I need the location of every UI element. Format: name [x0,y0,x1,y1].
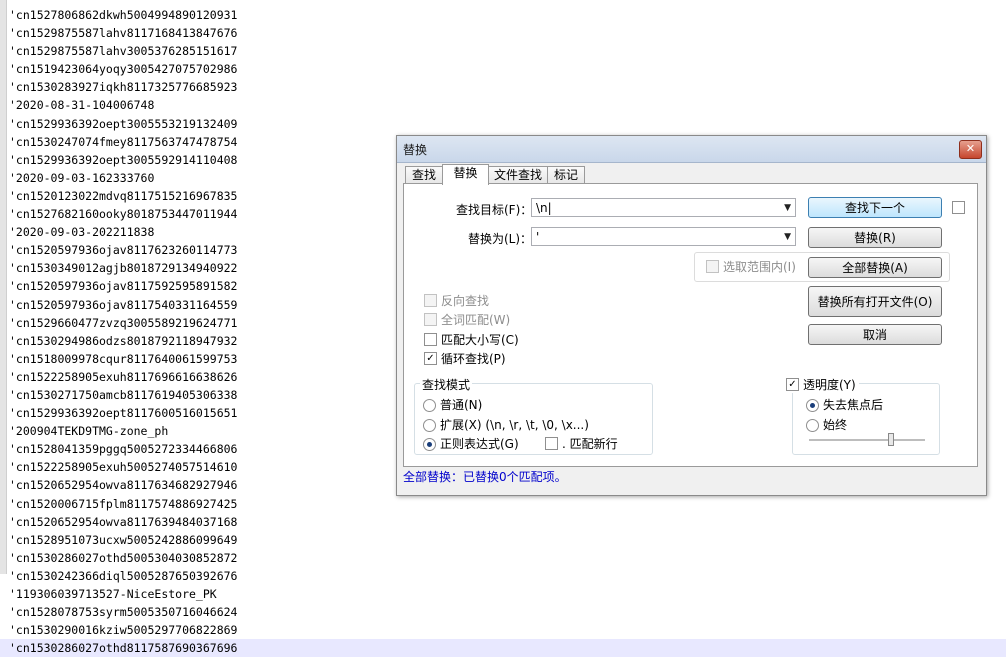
mode-regex-dot [423,438,436,451]
on-lose-focus-dot [806,399,819,412]
mode-regex-label: 正则表达式(G) [440,437,519,451]
editor-line[interactable]: '119306039713527-NiceEstore_PK [9,585,1006,603]
transparency-slider-track[interactable] [809,439,925,442]
on-lose-focus-radio[interactable]: 失去焦点后 [806,397,883,413]
mode-extended-dot [423,419,436,432]
dialog-titlebar[interactable]: 替换 ✕ [397,136,986,163]
transparency-slider-thumb[interactable] [888,433,894,446]
whole-word-box [424,313,437,326]
find-input-value: \n| [536,201,552,215]
editor-line[interactable]: 'cn1530286027othd5005304030852872 [9,549,1006,567]
find-next-option-checkbox[interactable] [952,200,965,216]
close-button[interactable]: ✕ [959,140,982,159]
find-next-option-box [952,201,965,214]
editor-line[interactable]: 'cn1528951073ucxw5005242886099649 [9,531,1006,549]
editor-line[interactable]: 'cn1528078753syrm5005350716046624 [9,603,1006,621]
find-next-button[interactable]: 查找下一个 [808,197,942,218]
tab-replace[interactable]: 替换 [442,164,489,185]
mode-regex-radio[interactable]: 正则表达式(G) [423,436,519,452]
editor-line[interactable]: 'cn1529936392oept3005553219132409 [9,115,1006,133]
wrap-check-icon: ✓ [424,352,437,365]
mode-normal-dot [423,399,436,412]
replace-label: 替换为(L)： [468,232,533,246]
editor-line[interactable]: 'cn1530290016kziw5005297706822869 [9,621,1006,639]
in-selection-box [706,260,719,273]
editor-line[interactable]: 'cn1527806862dkwh5004994890120931 [9,6,1006,24]
editor-line[interactable]: 'cn1530242366diql5005287650392676 [9,567,1006,585]
on-lose-focus-label: 失去焦点后 [823,398,884,412]
editor-line[interactable]: 'cn1529875587lahv3005376285151617 [9,42,1006,60]
replace-all-button[interactable]: 全部替换(A) [808,257,942,278]
whole-word-checkbox[interactable]: 全词匹配(W) [424,312,510,328]
backward-label: 反向查找 [441,294,490,308]
editor-line[interactable]: '2020-08-31-104006748 [9,96,1006,114]
editor-gutter [0,0,7,574]
search-mode-title: 查找模式 [420,376,473,393]
dot-newline-label: . 匹配新行 [562,437,618,451]
replace-all-open-files-button[interactable]: 替换所有打开文件(O) [808,286,942,317]
editor-line[interactable]: 'cn1530286027othd8117587690367696 [0,639,1006,657]
replace-panel: 查找目标(F)： \n| ▼ 替换为(L)： ' ▼ 选取范围内(I) 查找下一… [403,183,978,467]
always-label: 始终 [823,418,848,432]
backward-checkbox[interactable]: 反向查找 [424,293,489,309]
editor-line[interactable]: 'cn1520652954owva8117639484037168 [9,513,1006,531]
replace-dropdown-icon[interactable]: ▼ [784,228,791,247]
transparency-check-icon: ✓ [786,378,799,391]
match-case-label: 匹配大小写(C) [441,333,519,347]
mode-normal-label: 普通(N) [440,398,483,412]
replace-dialog: 替换 ✕ 查找 替换 文件查找 标记 查找目标(F)： \n| ▼ 替换为(L)… [396,135,987,496]
editor-line[interactable]: 'cn1520006715fplm8117574886927425 [9,495,1006,513]
wrap-around-checkbox[interactable]: ✓ 循环查找(P) [424,351,506,367]
dot-newline-checkbox[interactable]: . 匹配新行 [545,436,618,452]
status-message: 全部替换：已替换0个匹配项。 [403,470,567,484]
find-input[interactable]: \n| ▼ [531,198,796,217]
mode-extended-radio[interactable]: 扩展(X) (\n, \r, \t, \0, \x...) [423,417,589,433]
editor-line[interactable]: 'cn1519423064yoqy3005427075702986 [9,60,1006,78]
dialog-title: 替换 [403,143,428,157]
whole-word-label: 全词匹配(W) [441,313,511,327]
replace-input-value: ' [536,230,540,244]
find-dropdown-icon[interactable]: ▼ [784,199,791,218]
backward-box [424,294,437,307]
in-selection-label: 选取范围内(I) [723,260,796,274]
find-label: 查找目标(F)： [456,203,533,217]
replace-input[interactable]: ' ▼ [531,227,796,246]
always-dot [806,419,819,432]
transparency-checkbox[interactable]: ✓ 透明度(Y) [786,377,859,393]
wrap-around-label: 循环查找(P) [441,352,506,366]
dot-newline-box [545,437,558,450]
mode-extended-label: 扩展(X) (\n, \r, \t, \0, \x...) [440,418,589,432]
always-radio[interactable]: 始终 [806,417,847,433]
tab-mark[interactable]: 标记 [547,166,585,184]
editor-line[interactable]: 'cn1529875587lahv8117168413847676 [9,24,1006,42]
tab-find-in-files[interactable]: 文件查找 [488,166,548,184]
cancel-button[interactable]: 取消 [808,324,942,345]
match-case-checkbox[interactable]: 匹配大小写(C) [424,332,519,348]
transparency-label: 透明度(Y) [803,378,856,392]
editor-line[interactable]: 'cn1530283927iqkh8117325776685923 [9,78,1006,96]
tab-find[interactable]: 查找 [405,166,443,184]
match-case-box [424,333,437,346]
in-selection-checkbox[interactable]: 选取范围内(I) [706,259,796,275]
mode-normal-radio[interactable]: 普通(N) [423,397,482,413]
replace-button[interactable]: 替换(R) [808,227,942,248]
